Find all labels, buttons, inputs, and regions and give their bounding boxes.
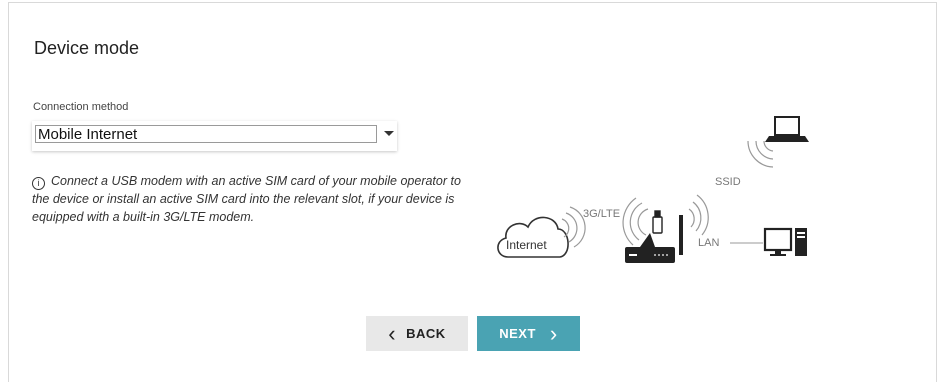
page-title: Device mode — [34, 38, 140, 58]
desktop-pc-icon — [763, 227, 807, 256]
hint-text: Connect a USB modem with an active SIM c… — [32, 174, 461, 224]
hint-text-block: i Connect a USB modem with an active SIM … — [32, 172, 462, 226]
connection-diagram: Internet 3G/LTE SSID LAN — [490, 105, 830, 275]
chevron-left-icon: ‹ — [388, 320, 397, 346]
ssid-label: SSID — [715, 176, 741, 188]
laptop-signal-icon — [747, 140, 774, 168]
info-icon: i — [32, 177, 45, 190]
lan-label: LAN — [698, 237, 720, 249]
next-button-label: NEXT — [499, 326, 536, 341]
chevron-right-icon: › — [549, 320, 558, 346]
chevron-down-icon[interactable] — [384, 131, 394, 136]
wifi-signal-icon — [688, 194, 709, 236]
modem-signal-icon — [622, 197, 649, 246]
back-button-label: BACK — [406, 326, 446, 341]
next-button[interactable]: NEXT › — [477, 316, 580, 351]
internet-label: Internet — [506, 238, 547, 252]
usb-modem-icon — [652, 210, 663, 234]
3g-lte-label: 3G/LTE — [583, 208, 621, 220]
connection-method-value: Mobile Internet — [38, 126, 138, 143]
back-button[interactable]: ‹ BACK — [366, 316, 468, 351]
connection-method-select[interactable]: Mobile Internet — [32, 121, 397, 151]
connection-method-label: Connection method — [33, 101, 129, 113]
laptop-icon — [765, 116, 809, 142]
